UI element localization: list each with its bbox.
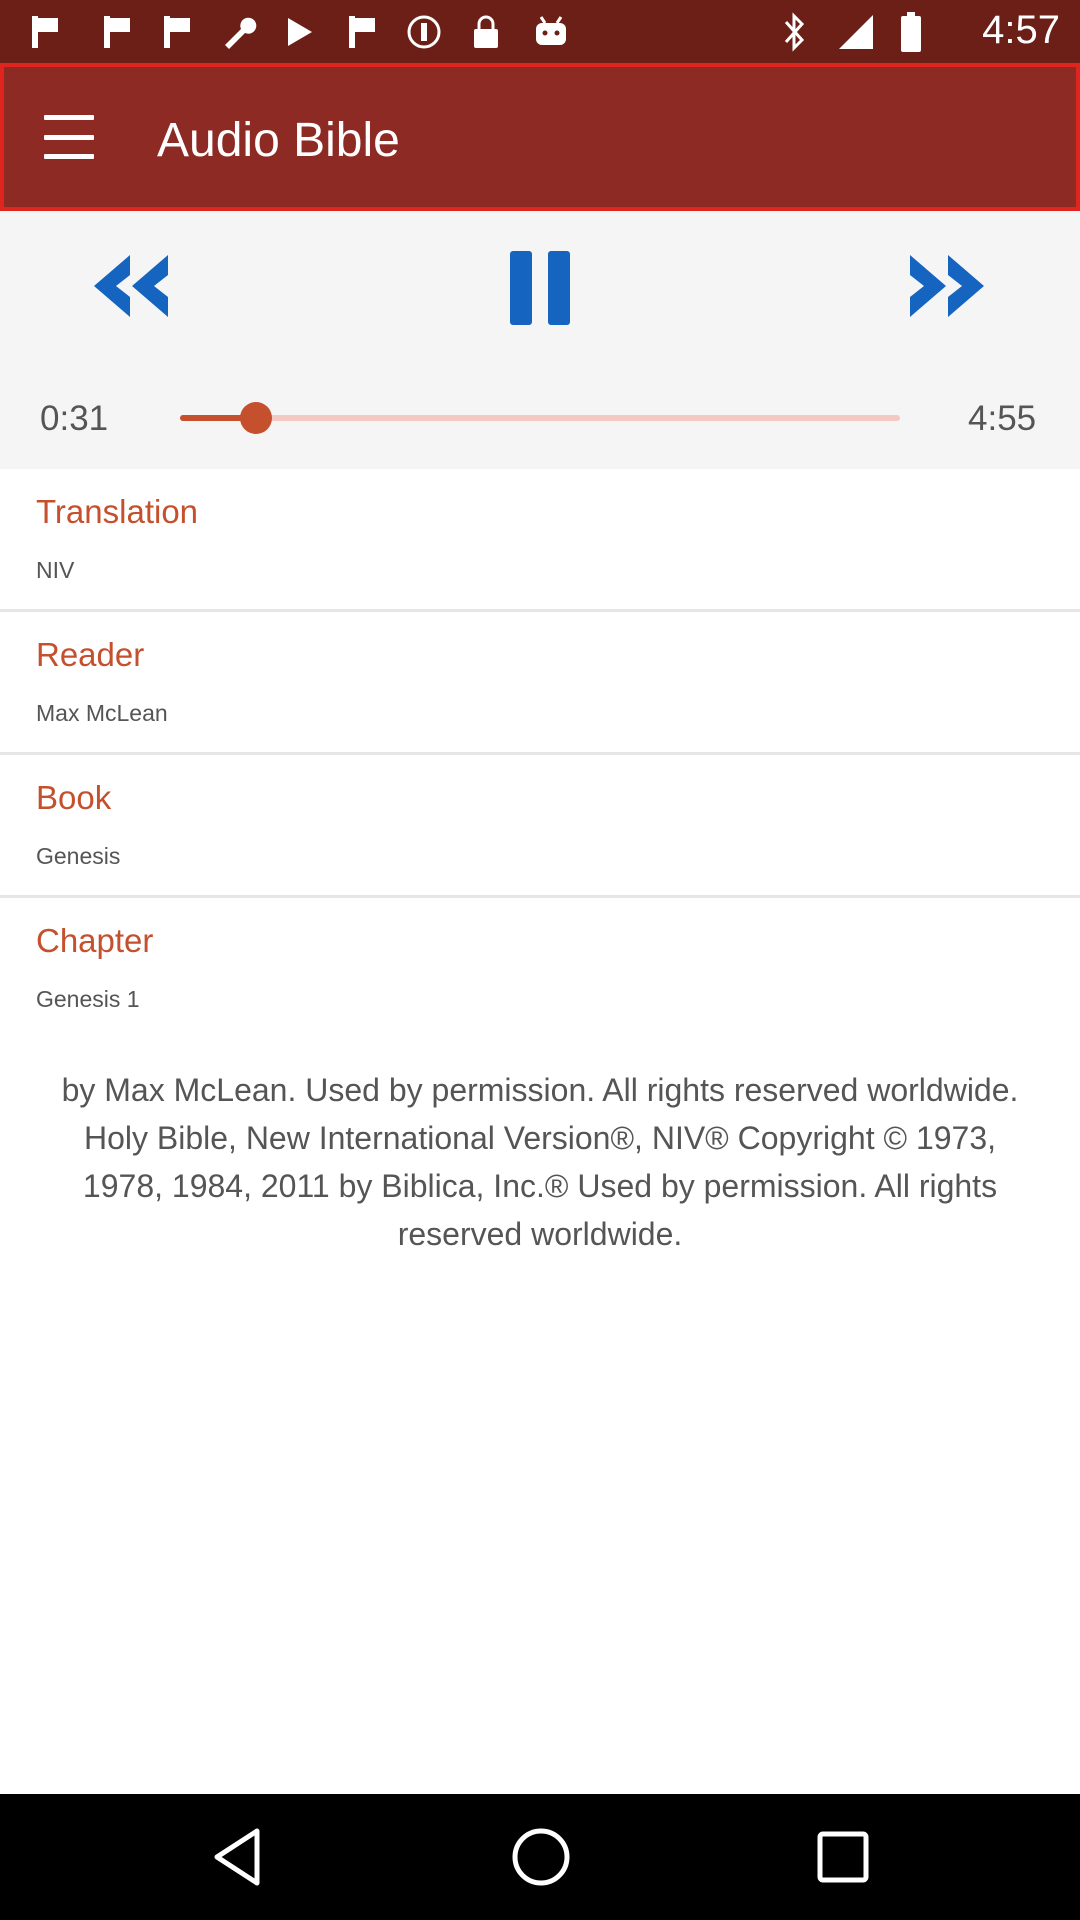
play-store-icon (283, 14, 317, 50)
home-icon[interactable] (506, 1822, 576, 1892)
app-toolbar: Audio Bible (0, 63, 1080, 211)
lock-icon (468, 14, 504, 50)
recents-icon[interactable] (808, 1822, 878, 1892)
flag-icon (343, 14, 381, 50)
app-title: Audio Bible (157, 114, 400, 167)
flag-icon (98, 14, 136, 50)
book-label: Book (36, 779, 112, 816)
track-info-list: Translation NIV Reader Max McLean Book G… (0, 469, 1080, 1041)
hamburger-menu-icon[interactable] (34, 107, 104, 167)
elapsed-time: 0:31 (40, 399, 109, 438)
reader-label: Reader (36, 636, 145, 673)
book-value: Genesis (36, 843, 121, 869)
translation-value: NIV (36, 557, 75, 583)
reader-item[interactable]: Reader Max McLean (0, 612, 1080, 755)
chapter-value: Genesis 1 (36, 986, 140, 1012)
copyright-notice: by Max McLean. Used by permission. All r… (61, 1072, 1019, 1252)
battery-icon (898, 12, 924, 52)
flag-icon (158, 14, 196, 50)
chapter-label: Chapter (36, 922, 154, 959)
system-nav-bar (0, 1794, 1080, 1920)
total-duration: 4:55 (968, 399, 1037, 438)
audio-player: 0:31 4:55 (0, 211, 1080, 469)
android-icon (532, 14, 570, 50)
status-bar: 4:57 (0, 0, 1080, 63)
pause-icon[interactable] (508, 249, 572, 327)
signal-icon (836, 14, 876, 50)
back-icon[interactable] (202, 1822, 272, 1892)
fast-forward-icon[interactable] (906, 251, 990, 321)
rewind-icon[interactable] (88, 251, 172, 321)
reader-value: Max McLean (36, 700, 168, 726)
book-item[interactable]: Book Genesis (0, 755, 1080, 898)
seek-thumb[interactable] (239, 402, 272, 434)
bluetooth-icon (778, 12, 812, 52)
info-icon (405, 14, 443, 50)
translation-item[interactable]: Translation NIV (0, 469, 1080, 612)
seek-bar[interactable] (180, 402, 900, 434)
flag-icon (26, 14, 64, 50)
wrench-icon (218, 14, 258, 50)
status-time: 4:57 (982, 8, 1060, 52)
chapter-item[interactable]: Chapter Genesis 1 (0, 898, 1080, 1041)
translation-label: Translation (36, 493, 199, 530)
